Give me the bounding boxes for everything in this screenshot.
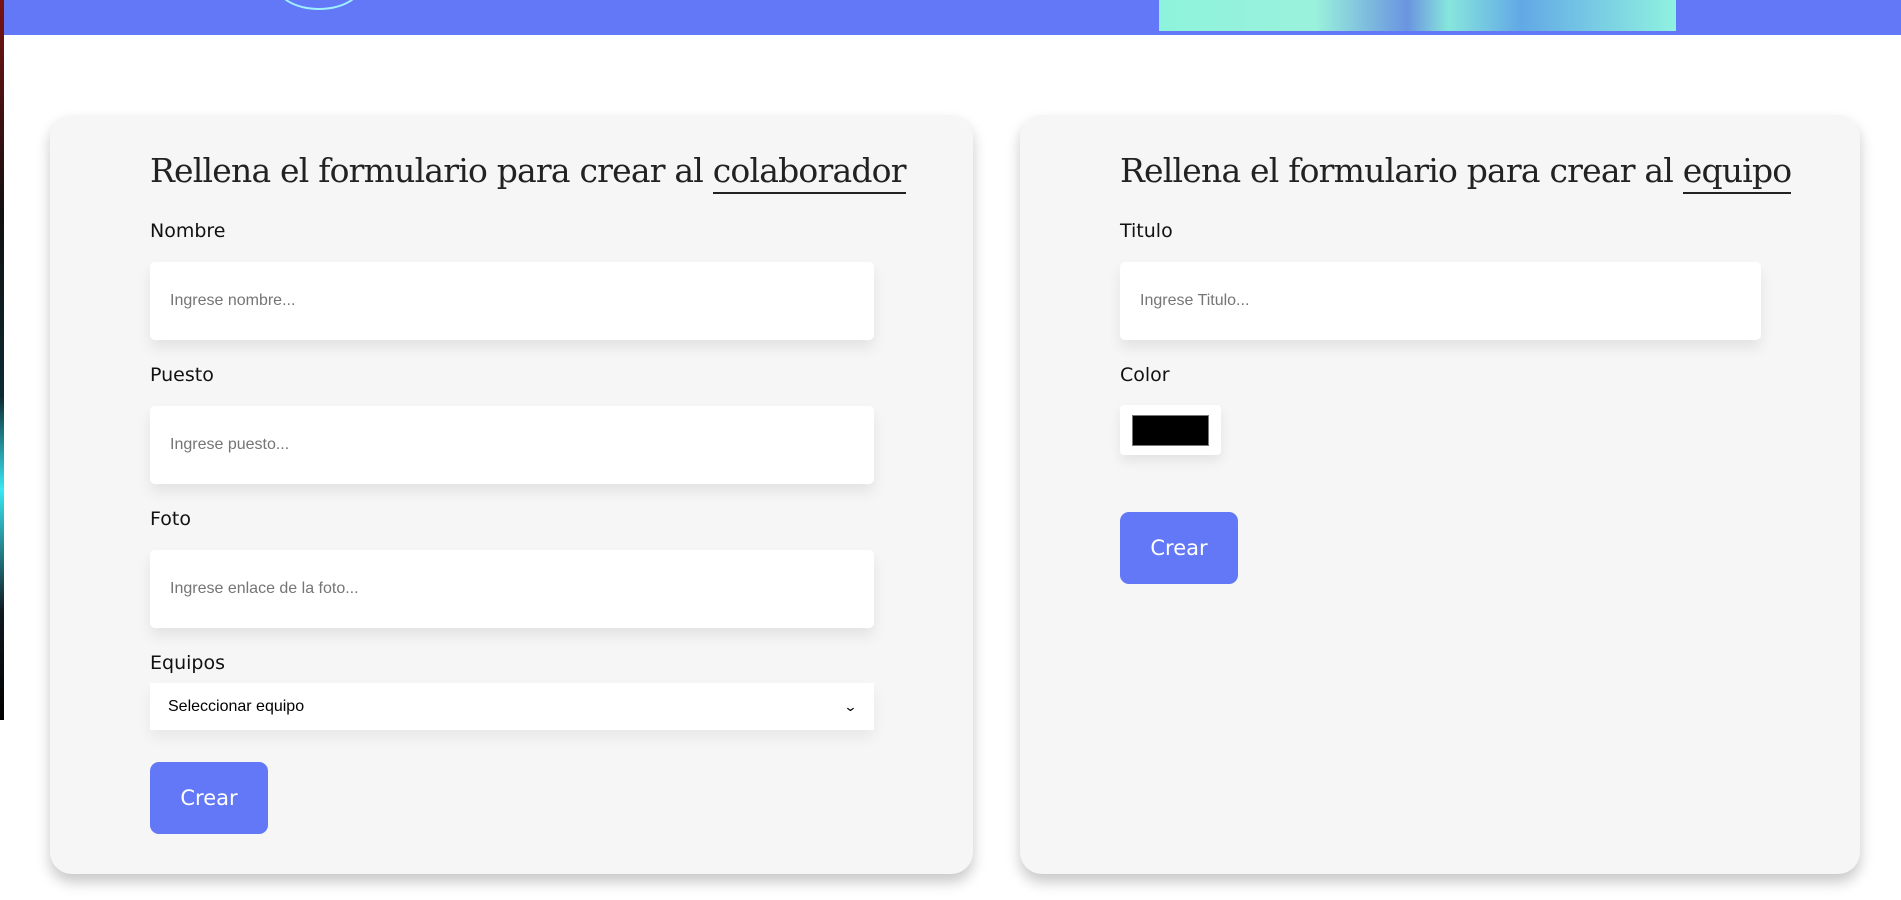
puesto-input[interactable] bbox=[150, 406, 874, 484]
equipos-select[interactable]: Seleccionar equipo ⌄ bbox=[150, 683, 874, 730]
header-banner bbox=[0, 0, 1901, 35]
color-picker[interactable] bbox=[1120, 405, 1221, 455]
foto-label: Foto bbox=[150, 508, 191, 530]
nombre-label: Nombre bbox=[150, 220, 226, 242]
equipo-form-title-highlight: equipo bbox=[1682, 151, 1792, 194]
equipos-label: Equipos bbox=[150, 652, 225, 674]
titulo-label: Titulo bbox=[1120, 220, 1173, 242]
equipo-form-title-prefix: Rellena el formulario para crear al bbox=[1120, 151, 1674, 190]
equipo-form-title: Rellena el formulario para crear al equi… bbox=[1120, 147, 1792, 195]
window-edge bbox=[0, 0, 4, 720]
logo-circle bbox=[276, 0, 362, 10]
puesto-label: Puesto bbox=[150, 364, 214, 386]
crear-colaborador-button[interactable]: Crear bbox=[150, 762, 268, 834]
equipo-form-card: Rellena el formulario para crear al equi… bbox=[1020, 115, 1860, 874]
colaborador-form-title: Rellena el formulario para crear al cola… bbox=[150, 147, 907, 195]
equipos-select-value: Seleccionar equipo bbox=[168, 697, 305, 715]
titulo-input[interactable] bbox=[1120, 262, 1761, 340]
crear-equipo-button[interactable]: Crear bbox=[1120, 512, 1238, 584]
colaborador-form-title-highlight: colaborador bbox=[712, 151, 907, 194]
colaborador-form-card: Rellena el formulario para crear al cola… bbox=[50, 115, 973, 874]
color-label: Color bbox=[1120, 364, 1170, 386]
color-swatch bbox=[1132, 414, 1209, 446]
nombre-input[interactable] bbox=[150, 262, 874, 340]
colaborador-form-title-prefix: Rellena el formulario para crear al bbox=[150, 151, 704, 190]
chevron-down-icon: ⌄ bbox=[843, 698, 858, 714]
header-image bbox=[1159, 0, 1676, 31]
foto-input[interactable] bbox=[150, 550, 874, 628]
